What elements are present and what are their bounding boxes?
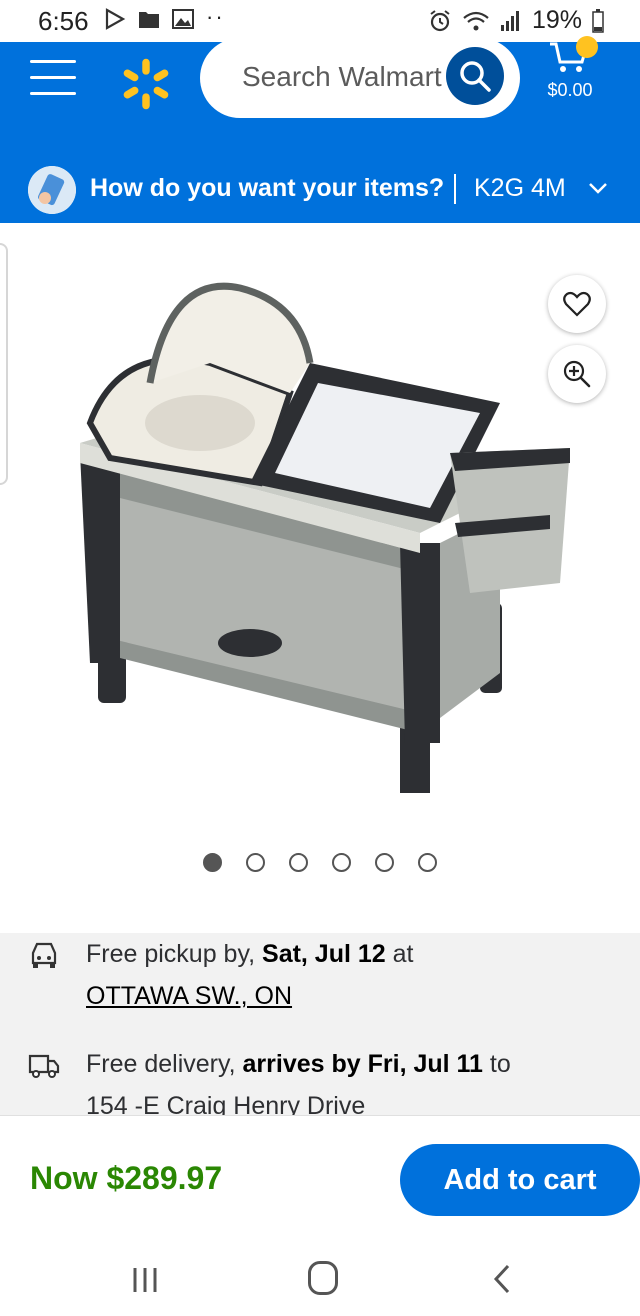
play-store-icon <box>105 8 126 30</box>
zoom-button[interactable] <box>548 345 606 403</box>
gallery-dot[interactable] <box>203 853 222 872</box>
gallery-pagination <box>0 853 640 872</box>
delivery-text: Free delivery, arrives by Fri, Jul 11 to… <box>86 1043 626 1115</box>
wifi-icon <box>463 11 489 30</box>
search-icon <box>460 61 491 92</box>
fulfillment-icon <box>28 166 76 214</box>
system-icons: 19% <box>428 6 604 35</box>
product-image[interactable] <box>60 253 580 793</box>
back-icon[interactable] <box>490 1263 516 1295</box>
delivery-date: arrives by Fri, Jul 11 <box>242 1050 483 1078</box>
truck-icon <box>28 1054 60 1078</box>
fulfillment-selector[interactable]: How do you want your items? K2G 4M <box>0 162 640 222</box>
pickup-store-link[interactable]: OTTAWA SW., ON <box>86 982 292 1010</box>
heart-icon <box>563 291 591 317</box>
battery-icon <box>592 8 604 33</box>
car-icon <box>31 942 57 968</box>
pickup-date: Sat, Jul 12 <box>262 940 386 968</box>
home-icon[interactable] <box>308 1261 338 1295</box>
alarm-icon <box>430 9 450 31</box>
chevron-down-icon <box>589 183 607 194</box>
search-button[interactable] <box>446 47 504 105</box>
side-drawer-handle[interactable] <box>0 243 8 485</box>
product-gallery <box>0 223 640 933</box>
cart-button[interactable]: $0.00 <box>538 36 602 112</box>
cart-total: $0.00 <box>547 80 593 100</box>
screen: 6:56 ·· 19% Search Walmart $0.00 How do … <box>0 0 640 1316</box>
add-to-cart-button[interactable]: Add to cart <box>400 1144 640 1216</box>
notification-icons <box>104 8 194 30</box>
postal-code: K2G 4M <box>474 174 566 202</box>
menu-button[interactable] <box>30 60 76 98</box>
system-nav-bar <box>0 1245 640 1316</box>
image-icon <box>172 9 194 29</box>
site-header: $0.00 How do you want your items? K2G 4M <box>0 36 640 223</box>
gallery-dot[interactable] <box>375 853 394 872</box>
divider <box>454 174 456 204</box>
search-bar <box>200 38 520 118</box>
walmart-spark-logo[interactable] <box>118 56 174 112</box>
add-to-favorites-button[interactable] <box>548 275 606 333</box>
gallery-dot[interactable] <box>289 853 308 872</box>
battery-percent: 19% <box>531 6 582 34</box>
delivery-address[interactable]: 154 -E Craig Henry Drive <box>86 1092 365 1115</box>
recent-apps-icon[interactable] <box>130 1265 160 1295</box>
status-bar: 6:56 ·· 19% <box>0 0 640 42</box>
pickup-suffix: at <box>385 940 414 968</box>
signal-icon <box>500 10 519 31</box>
purchase-bar: Now $289.97 Add to cart <box>0 1115 640 1245</box>
delivery-suffix: to <box>482 1050 511 1078</box>
zoom-in-icon <box>563 360 591 388</box>
gallery-dot[interactable] <box>332 853 351 872</box>
price: Now $289.97 <box>30 1160 223 1196</box>
fulfillment-prompt: How do you want your items? <box>90 174 445 202</box>
gallery-dot[interactable] <box>246 853 265 872</box>
search-input[interactable] <box>242 52 452 102</box>
folder-icon <box>139 12 159 28</box>
pickup-prefix: Free pickup by, <box>86 940 263 968</box>
fulfillment-info: Free pickup by, Sat, Jul 12 at OTTAWA SW… <box>0 933 640 1115</box>
pickup-text: Free pickup by, Sat, Jul 12 at OTTAWA SW… <box>86 933 626 1017</box>
status-time: 6:56 <box>38 6 89 36</box>
cart-count-badge <box>576 36 598 58</box>
gallery-dot[interactable] <box>418 853 437 872</box>
delivery-prefix: Free delivery, <box>86 1050 243 1078</box>
more-notifications-icon: ·· <box>206 4 225 29</box>
